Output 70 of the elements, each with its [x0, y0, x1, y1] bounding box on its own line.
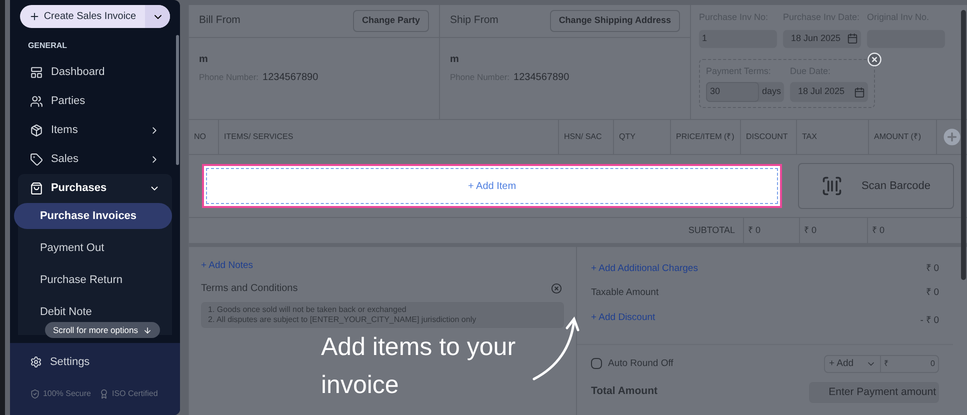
party-name: m	[450, 53, 460, 67]
section-title: Bill From	[199, 13, 240, 28]
phone-number: 1234567890	[262, 71, 318, 85]
change-button[interactable]: Change Shipping Address	[550, 10, 680, 32]
add-column-icon[interactable]	[941, 126, 963, 148]
column-header: DISCOUNT	[741, 120, 797, 154]
box-icon	[30, 124, 43, 137]
add-notes-link[interactable]: + Add Notes	[201, 259, 564, 274]
calendar-icon	[854, 86, 865, 98]
sidebar-subitem[interactable]: Purchase Invoices	[14, 203, 172, 229]
sidebar-item[interactable]: Dashboard	[10, 58, 180, 87]
add-item-button[interactable]: + Add Item	[206, 168, 778, 204]
payment-amount-field[interactable]: Enter Payment amount	[809, 382, 939, 403]
plus-icon	[28, 11, 40, 22]
curved-arrow-icon	[531, 316, 581, 382]
sidebar-item[interactable]: Parties	[10, 87, 180, 116]
create-sales-invoice-button[interactable]: Create Sales Invoice	[20, 5, 170, 28]
calendar-icon	[847, 33, 858, 44]
payment-terms-field[interactable]: 30 days	[706, 82, 784, 102]
bag-icon	[30, 182, 43, 195]
column-header: HSN/ SAC	[559, 120, 614, 154]
settings-item[interactable]: Settings	[30, 353, 160, 371]
change-button[interactable]: Change Party	[352, 10, 429, 32]
sidebar-item[interactable]: Sales	[10, 145, 180, 174]
section-heading: GENERAL	[26, 40, 68, 52]
arrow-down-icon	[142, 326, 152, 334]
trust-badge-label: 100% Secure	[42, 388, 91, 400]
sidebar-item[interactable]: Purchases	[10, 174, 180, 203]
scroll-hint-pill[interactable]: Scroll for more options	[44, 322, 160, 338]
tag-icon	[30, 153, 43, 166]
dashboard-icon	[30, 66, 43, 79]
scan-barcode-button[interactable]: Scan Barcode	[798, 163, 954, 209]
invoice-date-field[interactable]: 18 Jun 2025	[783, 30, 861, 48]
column-header: AMOUNT (₹)	[869, 120, 937, 154]
sidebar-item[interactable]: Items	[10, 116, 180, 145]
total-label: Total Amount	[591, 384, 658, 400]
taxable-label: Taxable Amount	[591, 286, 659, 300]
phone-number: 1234567890	[514, 71, 570, 85]
add-discount-link[interactable]: + Add Discount	[591, 310, 656, 328]
trust-badge-label: ISO Certified	[112, 388, 158, 400]
terms-title: Terms and Conditions	[201, 282, 298, 296]
column-header: QTY	[614, 120, 671, 154]
section-title: Ship From	[450, 13, 498, 28]
party-name: m	[199, 53, 209, 67]
invoice-number-field[interactable]: 1	[699, 30, 777, 48]
subtotal-value: ₹ 0	[867, 218, 935, 243]
subtotal-value: ₹ 0	[799, 218, 867, 243]
subtotal-value: ₹ 0	[743, 218, 799, 243]
settings-icon	[30, 356, 42, 368]
badge-icon	[98, 389, 109, 399]
close-icon[interactable]	[551, 283, 562, 294]
column-header: NO	[189, 120, 219, 154]
people-icon	[30, 95, 43, 108]
amount-value: ₹ 0	[926, 286, 939, 300]
round-off-label: Auto Round Off	[608, 356, 674, 371]
sidebar-subitem[interactable]: Purchase Return	[14, 267, 172, 293]
tour-hint-text: Add items to your invoice	[321, 332, 517, 401]
amount-value: ₹ 0	[926, 262, 939, 276]
sidebar-subitem[interactable]: Payment Out	[14, 235, 172, 261]
amount-value: - ₹ 0	[920, 314, 939, 328]
round-off-checkbox[interactable]	[591, 358, 602, 370]
column-header: ITEMS/ SERVICES	[219, 120, 559, 154]
shield-icon	[30, 389, 40, 399]
due-date-field[interactable]: 18 Jul 2025	[790, 82, 868, 102]
column-header: PRICE/ITEM (₹)	[671, 120, 741, 154]
barcode-icon	[821, 175, 844, 197]
additional-charges-link[interactable]: + Add Additional Charges	[591, 262, 698, 276]
subtotal-label: SUBTOTAL	[688, 224, 736, 237]
column-header: TAX	[797, 120, 869, 154]
sidebar-subitem[interactable]: Debit Note	[14, 299, 172, 325]
